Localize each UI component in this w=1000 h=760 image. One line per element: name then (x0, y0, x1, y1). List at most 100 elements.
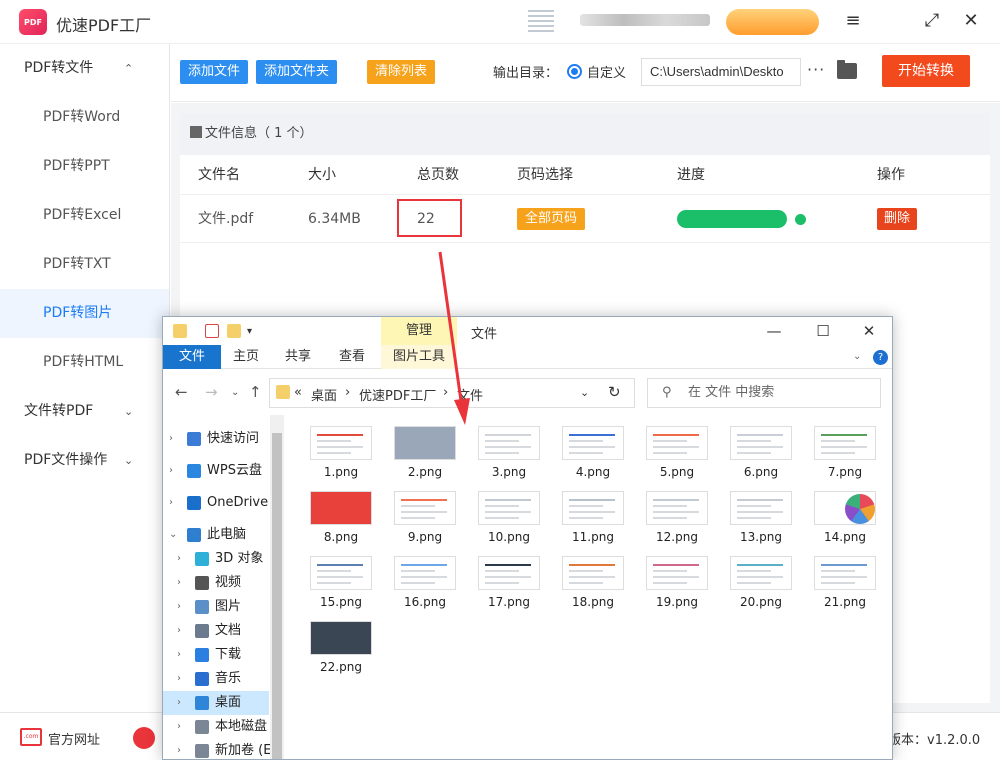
file-item[interactable]: 13.png (719, 482, 803, 546)
tab-file[interactable]: 文件 (163, 345, 221, 369)
chevron-down-icon[interactable]: ⌄ (169, 523, 177, 547)
file-item[interactable]: 12.png (635, 482, 719, 546)
sidebar-item[interactable]: PDF转Word (0, 93, 169, 142)
nav-item[interactable]: › 图片 (163, 595, 269, 619)
start-convert-button[interactable]: 开始转换 (882, 55, 970, 87)
fullscreen-icon[interactable]: ⤢ (921, 10, 943, 32)
nav-item[interactable]: › 本地磁盘 (163, 715, 269, 739)
nav-item[interactable]: › 视频 (163, 571, 269, 595)
file-item[interactable]: 15.png (299, 547, 383, 611)
menu-icon[interactable]: ≡ (842, 10, 864, 32)
breadcrumb-folder[interactable]: 文件 (457, 385, 483, 404)
nav-item[interactable]: › 快速访问 (163, 427, 269, 451)
output-path-input[interactable]: C:\Users\admin\Deskto (641, 58, 801, 86)
file-item[interactable]: 16.png (383, 547, 467, 611)
nav-item[interactable]: › 音乐 (163, 667, 269, 691)
file-item[interactable]: 17.png (467, 547, 551, 611)
manage-context-tab[interactable]: 管理 (381, 317, 457, 345)
chevron-right-icon[interactable]: › (177, 715, 181, 739)
chevron-right-icon[interactable]: › (169, 491, 173, 515)
file-item[interactable]: 18.png (551, 547, 635, 611)
file-item[interactable]: 3.png (467, 417, 551, 481)
sidebar-item[interactable]: PDF转HTML (0, 338, 169, 387)
file-item[interactable]: 19.png (635, 547, 719, 611)
file-item[interactable]: 8.png (299, 482, 383, 546)
nav-item[interactable]: › 桌面 (163, 691, 269, 715)
nav-item[interactable]: › 新加卷 (E (163, 739, 271, 759)
chevron-right-icon[interactable]: › (169, 459, 173, 483)
tab-home[interactable]: 主页 (233, 345, 259, 369)
nav-scrollbar[interactable] (270, 415, 284, 759)
tab-view[interactable]: 查看 (339, 345, 365, 369)
custom-radio[interactable] (567, 64, 582, 79)
page-select-button[interactable]: 全部页码 (517, 208, 586, 230)
sidebar-item[interactable]: PDF转文件 ⌃ (0, 44, 169, 93)
breadcrumb-app[interactable]: 优速PDF工厂 (359, 385, 436, 404)
chevron-right-icon[interactable]: › (177, 571, 181, 595)
chevron-right-icon[interactable]: › (177, 595, 181, 619)
file-item[interactable]: 5.png (635, 417, 719, 481)
forward-icon[interactable]: → (205, 383, 218, 401)
nav-item[interactable]: › WPS云盘 (163, 459, 269, 483)
address-bar[interactable]: « 桌面 › 优速PDF工厂 › 文件 ⌄ ↻ (269, 378, 635, 408)
scroll-thumb[interactable] (272, 433, 282, 759)
refresh-icon[interactable]: ↻ (608, 383, 621, 401)
file-item[interactable]: 2.png (383, 417, 467, 481)
sidebar-item[interactable]: PDF转图片 (0, 289, 169, 338)
breadcrumb-desktop[interactable]: 桌面 (311, 385, 337, 404)
file-item[interactable]: 20.png (719, 547, 803, 611)
nav-item[interactable]: › 文档 (163, 619, 269, 643)
sidebar-item[interactable]: PDF转Excel (0, 191, 169, 240)
add-file-button[interactable]: 添加文件 (180, 60, 249, 84)
file-item[interactable]: 14.png (803, 482, 887, 546)
add-folder-button[interactable]: 添加文件夹 (256, 60, 338, 84)
more-icon[interactable]: ··· (807, 60, 825, 79)
address-prefix[interactable]: « (294, 385, 302, 400)
nav-item[interactable]: › 下载 (163, 643, 269, 667)
file-item[interactable]: 21.png (803, 547, 887, 611)
maximize-icon[interactable]: ☐ (812, 321, 834, 341)
sidebar-item[interactable]: PDF转TXT (0, 240, 169, 289)
folder-icon[interactable] (837, 60, 857, 79)
service-icon[interactable] (133, 727, 155, 749)
search-input[interactable]: ⚲ 在 文件 中搜索 (647, 378, 881, 408)
customize-dropdown-icon[interactable]: ▾ (247, 326, 261, 340)
chevron-right-icon[interactable]: › (177, 547, 181, 571)
address-dropdown-icon[interactable]: ⌄ (580, 386, 589, 399)
file-item[interactable]: 10.png (467, 482, 551, 546)
tab-picture-tools[interactable]: 图片工具 (381, 345, 457, 369)
file-item[interactable]: 1.png (299, 417, 383, 481)
delete-button[interactable]: 删除 (877, 208, 918, 230)
ribbon-expand-icon[interactable]: ⌄ (853, 345, 861, 369)
chevron-right-icon[interactable]: › (177, 667, 181, 691)
back-icon[interactable]: ← (175, 383, 188, 401)
recent-dropdown-icon[interactable]: ⌄ (231, 387, 239, 398)
sidebar-item[interactable]: PDF文件操作 ⌄ (0, 436, 169, 485)
help-icon[interactable]: ? (873, 350, 888, 365)
nav-item[interactable]: › OneDrive (163, 491, 269, 515)
file-item[interactable]: 11.png (551, 482, 635, 546)
file-item[interactable]: 4.png (551, 417, 635, 481)
properties-icon[interactable] (205, 324, 219, 338)
file-item[interactable]: 22.png (299, 612, 383, 676)
chevron-right-icon[interactable]: › (177, 691, 181, 715)
promo-button[interactable] (726, 9, 819, 35)
file-item[interactable]: 6.png (719, 417, 803, 481)
sidebar-item[interactable]: 文件转PDF ⌄ (0, 387, 169, 436)
minimize-icon[interactable]: — (763, 321, 785, 341)
chevron-right-icon[interactable]: › (177, 619, 181, 643)
chevron-right-icon[interactable]: › (169, 427, 173, 451)
chevron-right-icon[interactable]: › (177, 643, 181, 667)
close-icon[interactable]: ✕ (960, 10, 982, 32)
new-folder-icon[interactable] (227, 324, 241, 338)
file-item[interactable]: 7.png (803, 417, 887, 481)
table-row[interactable]: 文件.pdf 6.34MB 22 全部页码 删除 (180, 195, 990, 243)
tab-share[interactable]: 共享 (285, 345, 311, 369)
nav-item[interactable]: ⌄ 此电脑 (163, 523, 269, 547)
file-item[interactable]: 9.png (383, 482, 467, 546)
sidebar-item[interactable]: PDF转PPT (0, 142, 169, 191)
chevron-right-icon[interactable]: › (177, 739, 181, 759)
clear-list-button[interactable]: 清除列表 (367, 60, 436, 84)
nav-item[interactable]: › 3D 对象 (163, 547, 269, 571)
close-icon[interactable]: ✕ (858, 321, 880, 341)
